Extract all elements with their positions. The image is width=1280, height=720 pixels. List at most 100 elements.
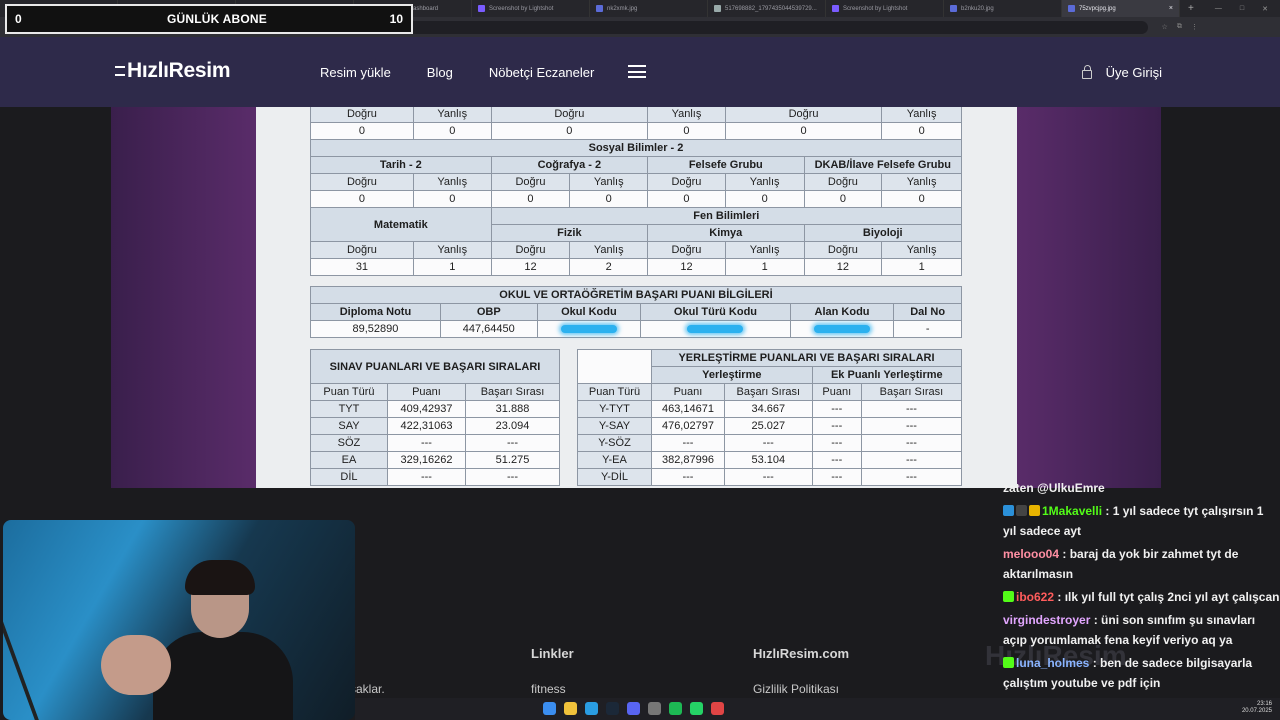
obs-icon[interactable] bbox=[648, 702, 661, 715]
steam-icon[interactable] bbox=[606, 702, 619, 715]
table-header-cell: Diploma Notu bbox=[310, 303, 441, 321]
table-header-cell: Yanlış bbox=[412, 173, 492, 191]
site-logo[interactable]: HızlıResim bbox=[115, 59, 231, 83]
chat-message: melooo04 : baraj da yok bir zahmet tyt d… bbox=[1003, 544, 1280, 584]
table-cell: --- bbox=[386, 434, 467, 452]
streamer-arm bbox=[101, 635, 171, 695]
table-cell: 0 bbox=[490, 122, 649, 140]
result-document-image: Doğru Yanlış Doğru Yanlış Doğru Yanlış 0… bbox=[256, 107, 1017, 488]
table-header-cell: Yanlış bbox=[881, 173, 962, 191]
chat-username[interactable]: melooo04 bbox=[1003, 547, 1059, 561]
tab-label: nk2xmk.jpg bbox=[607, 5, 638, 12]
table-cell: 34.667 bbox=[723, 400, 813, 418]
table-header-cell: Yanlış bbox=[724, 241, 805, 259]
hamburger-menu-icon[interactable] bbox=[628, 65, 646, 78]
table-header-cell: Doğru bbox=[647, 173, 726, 191]
browser-tab[interactable]: Screenshot by Lightshot bbox=[826, 0, 944, 17]
table-cell: Y-SÖZ bbox=[577, 434, 652, 452]
minimize-icon[interactable]: — bbox=[1215, 5, 1222, 13]
tab-close-icon[interactable]: × bbox=[1169, 5, 1173, 12]
overlay-right-count: 10 bbox=[389, 12, 403, 26]
table-header-cell: Yanlış bbox=[881, 241, 962, 259]
browser-tab[interactable]: 517698882_1797435044539729... bbox=[708, 0, 826, 17]
star-icon[interactable]: ☆ bbox=[1162, 23, 1168, 31]
close-window-icon[interactable]: ✕ bbox=[1262, 5, 1268, 13]
table-cell: 25.027 bbox=[723, 417, 813, 435]
table-cell: 23.094 bbox=[465, 417, 560, 435]
streamer-hair bbox=[185, 560, 255, 595]
table-cell: 1 bbox=[881, 258, 962, 276]
table-header-cell: Doğru bbox=[310, 107, 414, 123]
discord-icon[interactable] bbox=[627, 702, 640, 715]
table-header-cell: Puan Türü bbox=[577, 383, 652, 401]
system-clock[interactable]: 23:16 20.07.2025 bbox=[1242, 701, 1272, 715]
table-cell: 0 bbox=[724, 122, 883, 140]
spotify-icon[interactable] bbox=[669, 702, 682, 715]
edge-icon[interactable] bbox=[585, 702, 598, 715]
chat-username[interactable]: luna_holmes bbox=[1016, 656, 1089, 670]
chat-message: 1Makavelli : 1 yıl sadece tyt çalışırsın… bbox=[1003, 501, 1280, 541]
table-cell: --- bbox=[811, 417, 862, 435]
table-header-cell: Yanlış bbox=[412, 107, 492, 123]
table-header-cell: Okul Türü Kodu bbox=[640, 303, 791, 321]
browser-tab[interactable]: Screenshot by Lightshot bbox=[472, 0, 590, 17]
windows-start-icon[interactable] bbox=[543, 702, 556, 715]
file-explorer-icon[interactable] bbox=[564, 702, 577, 715]
table-cell: 2 bbox=[569, 258, 649, 276]
nav-upload[interactable]: Resim yükle bbox=[320, 65, 391, 80]
chrome-icon[interactable] bbox=[711, 702, 724, 715]
menu-icon[interactable]: ⋮ bbox=[1191, 23, 1198, 31]
table-header-cell: Doğru bbox=[803, 241, 883, 259]
table-cell: SAY bbox=[310, 417, 388, 435]
maximize-icon[interactable]: □ bbox=[1240, 5, 1244, 13]
table-header-cell: Başarı Sırası bbox=[860, 383, 963, 401]
table-cell: --- bbox=[860, 400, 963, 418]
group-title: Biyoloji bbox=[803, 224, 963, 242]
table-header-cell: Doğru bbox=[490, 107, 649, 123]
chat-username[interactable]: 1Makavelli bbox=[1042, 504, 1102, 518]
tab-label: Screenshot by Lightshot bbox=[489, 5, 554, 12]
table-cell: 0 bbox=[569, 190, 649, 208]
table-header-cell: Dal No bbox=[893, 303, 962, 321]
chat-badge-icon bbox=[1003, 657, 1014, 668]
login-link[interactable]: Üye Girişi bbox=[1081, 65, 1162, 80]
stream-chat: zaten @UlkuEmre 1Makavelli : 1 yıl sadece… bbox=[1003, 478, 1280, 696]
new-tab-icon[interactable]: + bbox=[1188, 3, 1194, 14]
chat-message: virgindestroyer : üni son sınıfım şu sın… bbox=[1003, 610, 1280, 650]
section-title: YERLEŞTİRME PUANLARI VE BAŞARI SIRALARI bbox=[651, 349, 962, 367]
tab-favicon-icon bbox=[1068, 5, 1075, 12]
footer-privacy-link[interactable]: Gizlilik Politikası bbox=[753, 682, 839, 696]
nav-pharmacies[interactable]: Nöbetçi Eczaneler bbox=[489, 65, 595, 80]
table-cell: Y-DİL bbox=[577, 468, 652, 486]
table-row: Y-SÖZ --- --- --- --- bbox=[577, 434, 963, 452]
lock-icon bbox=[1081, 65, 1092, 79]
table-header-cell: Puanı bbox=[811, 383, 862, 401]
redacted-cell bbox=[789, 320, 895, 338]
table-cell: 89,52890 bbox=[310, 320, 441, 338]
table-cell: - bbox=[893, 320, 962, 338]
table-cell: 0 bbox=[310, 122, 414, 140]
footer-link[interactable]: fitness bbox=[531, 682, 566, 696]
whatsapp-icon[interactable] bbox=[690, 702, 703, 715]
group-title: Matematik bbox=[310, 207, 492, 242]
table-cell: 12 bbox=[803, 258, 883, 276]
browser-tab[interactable]: nk2xmk.jpg bbox=[590, 0, 708, 17]
tab-favicon-icon bbox=[950, 5, 957, 12]
table-cell: --- bbox=[723, 468, 813, 486]
table-cell: --- bbox=[386, 468, 467, 486]
table-header-cell: Okul Kodu bbox=[536, 303, 642, 321]
table-cell: 0 bbox=[881, 190, 962, 208]
nav-blog[interactable]: Blog bbox=[427, 65, 453, 80]
chat-username[interactable]: virgindestroyer bbox=[1003, 613, 1090, 627]
extensions-icon[interactable]: ⧉ bbox=[1177, 23, 1182, 31]
chat-username[interactable]: ibo622 bbox=[1016, 590, 1054, 604]
browser-tab[interactable]: 75zvpcjpg.jpg × bbox=[1062, 0, 1180, 17]
browser-tab[interactable]: b2nku20.jpg bbox=[944, 0, 1062, 17]
group-title: Ek Puanlı Yerleştirme bbox=[811, 366, 963, 384]
table-cell: --- bbox=[811, 400, 862, 418]
table-header-cell: Alan Kodu bbox=[789, 303, 895, 321]
table-row: Y-DİL --- --- --- --- bbox=[577, 468, 963, 486]
redaction-mark bbox=[814, 325, 871, 334]
sinav-rows: TYT 409,42937 31.888 SAY 422,31063 23.094 SÖZ -… bbox=[310, 400, 560, 486]
table-cell: --- bbox=[811, 434, 862, 452]
